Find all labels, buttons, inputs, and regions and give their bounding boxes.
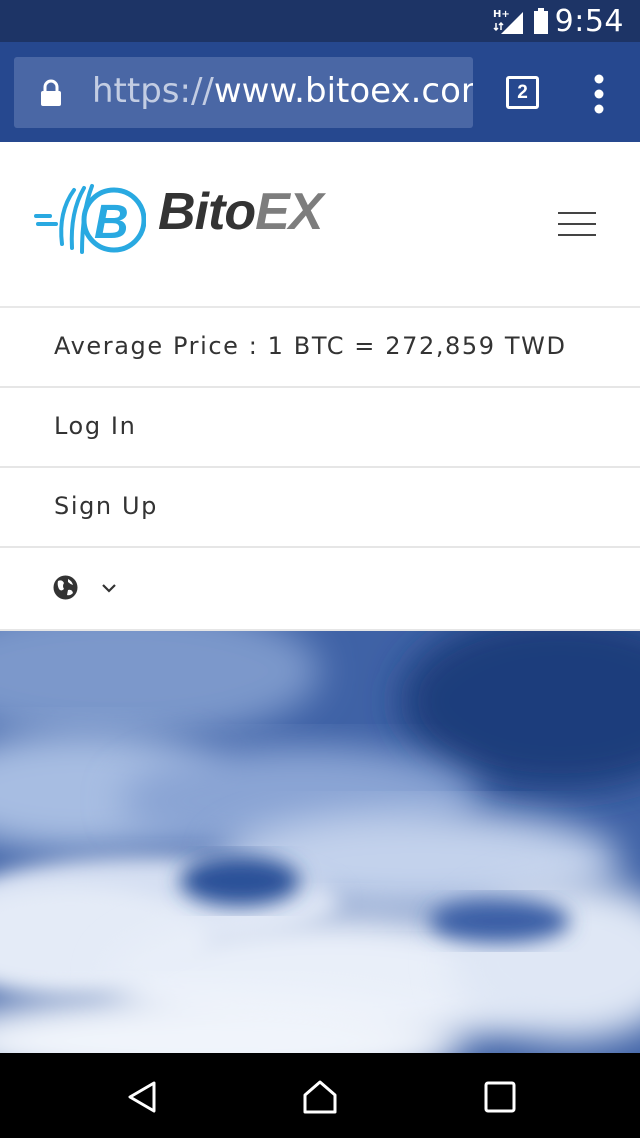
tabs-button[interactable]: 2 — [506, 76, 539, 109]
login-label: Log In — [54, 412, 137, 440]
globe-icon — [53, 575, 78, 600]
signal-icon: H+ — [493, 9, 523, 34]
site-logo[interactable]: BitoEX — [158, 182, 323, 242]
bitoex-logo-icon[interactable]: B — [34, 182, 146, 258]
sky-clouds-image — [0, 631, 640, 1053]
system-nav-bar — [0, 1053, 640, 1138]
address-bar[interactable]: https://www.bitoex.com — [14, 57, 473, 128]
login-link[interactable]: Log In — [0, 388, 640, 468]
status-bar: H+ 9:54 — [0, 0, 640, 42]
chevron-down-icon — [102, 584, 116, 593]
network-type-label: H+ — [493, 9, 510, 20]
signup-label: Sign Up — [54, 492, 158, 520]
lock-icon — [41, 79, 61, 106]
hamburger-menu-icon[interactable] — [558, 212, 596, 238]
battery-icon — [533, 8, 548, 34]
overflow-menu-icon[interactable] — [590, 74, 608, 114]
average-price-text: Average Price : 1 BTC = 272,859 TWD — [54, 332, 567, 360]
browser-toolbar: https://www.bitoex.com 2 — [0, 42, 640, 142]
site-header: B BitoEX — [0, 142, 640, 308]
hero-sky-image — [0, 631, 640, 1053]
logo-text-bito: Bito — [158, 183, 256, 241]
home-icon[interactable] — [302, 1079, 338, 1115]
average-price-row: Average Price : 1 BTC = 272,859 TWD — [0, 308, 640, 388]
language-selector[interactable] — [0, 548, 640, 631]
url-host: www.bitoex.com — [213, 71, 473, 111]
url-scheme: https:// — [92, 71, 214, 111]
signup-link[interactable]: Sign Up — [0, 468, 640, 548]
back-icon[interactable] — [124, 1079, 160, 1115]
url-text[interactable]: https://www.bitoex.com — [92, 71, 473, 111]
svg-text:B: B — [94, 196, 129, 249]
status-icons: H+ 9:54 — [493, 3, 624, 39]
logo-text-ex: EX — [255, 183, 323, 241]
recents-icon[interactable] — [482, 1079, 518, 1115]
status-time: 9:54 — [554, 3, 624, 39]
